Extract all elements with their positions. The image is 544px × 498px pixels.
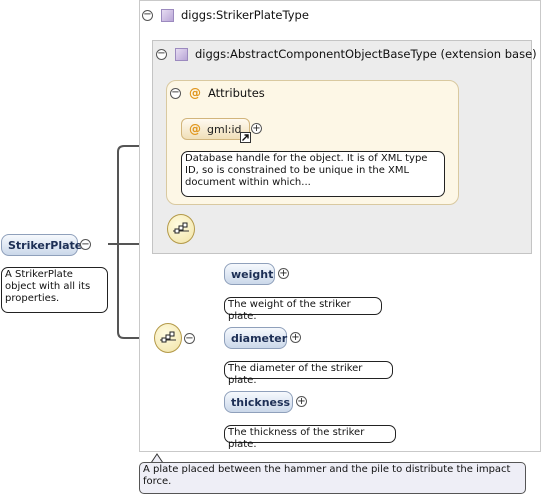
- expand-plus-icon[interactable]: +: [290, 332, 301, 343]
- element-documentation: The weight of the striker plate.: [224, 297, 382, 322]
- expand-plus-icon[interactable]: +: [278, 268, 289, 279]
- type-documentation: A plate placed between the hammer and th…: [139, 462, 526, 494]
- attribute-documentation: Database handle for the object. It is of…: [181, 151, 445, 197]
- reference-arrow-icon: [240, 132, 251, 143]
- collapse-minus-icon[interactable]: −: [80, 239, 91, 250]
- root-element-strikerplate[interactable]: StrikerPlate: [1, 234, 82, 256]
- element-diameter[interactable]: diameter: [224, 327, 287, 349]
- element-name: thickness: [231, 395, 291, 409]
- element-name: diameter: [231, 331, 288, 345]
- collapse-minus-icon[interactable]: −: [170, 87, 181, 99]
- element-name: weight: [231, 267, 274, 281]
- element-name: StrikerPlate: [8, 238, 83, 252]
- collapse-minus-icon[interactable]: −: [156, 48, 167, 60]
- collapse-minus-icon[interactable]: −: [142, 9, 153, 21]
- extension-header[interactable]: − diggs:AbstractComponentObjectBaseType …: [156, 47, 537, 61]
- sequence-compositor-icon[interactable]: [167, 214, 195, 244]
- type-header[interactable]: − diggs:StrikerPlateType: [142, 8, 309, 22]
- attributes-label: Attributes: [208, 86, 265, 100]
- element-documentation: The diameter of the striker plate.: [224, 361, 393, 386]
- attribute-name: gml:id: [207, 122, 242, 136]
- expand-plus-icon[interactable]: +: [296, 396, 307, 407]
- attribute-at-icon: @: [189, 86, 201, 100]
- element-thickness[interactable]: thickness: [224, 391, 293, 413]
- type-name: diggs:StrikerPlateType: [181, 8, 309, 22]
- collapse-minus-icon[interactable]: −: [184, 333, 195, 344]
- complex-type-icon: [175, 47, 188, 61]
- element-documentation: The thickness of the striker plate.: [224, 425, 396, 450]
- extension-name: diggs:AbstractComponentObjectBaseType (e…: [195, 47, 537, 61]
- root-documentation: A StrikerPlate object with all its prope…: [1, 267, 108, 313]
- sequence-compositor-icon[interactable]: [154, 323, 182, 353]
- complex-type-icon: [161, 8, 174, 22]
- expand-plus-icon[interactable]: +: [251, 123, 262, 134]
- attribute-at-icon: @: [189, 122, 201, 136]
- element-weight[interactable]: weight: [224, 263, 275, 285]
- attributes-header[interactable]: − @ Attributes: [170, 86, 265, 100]
